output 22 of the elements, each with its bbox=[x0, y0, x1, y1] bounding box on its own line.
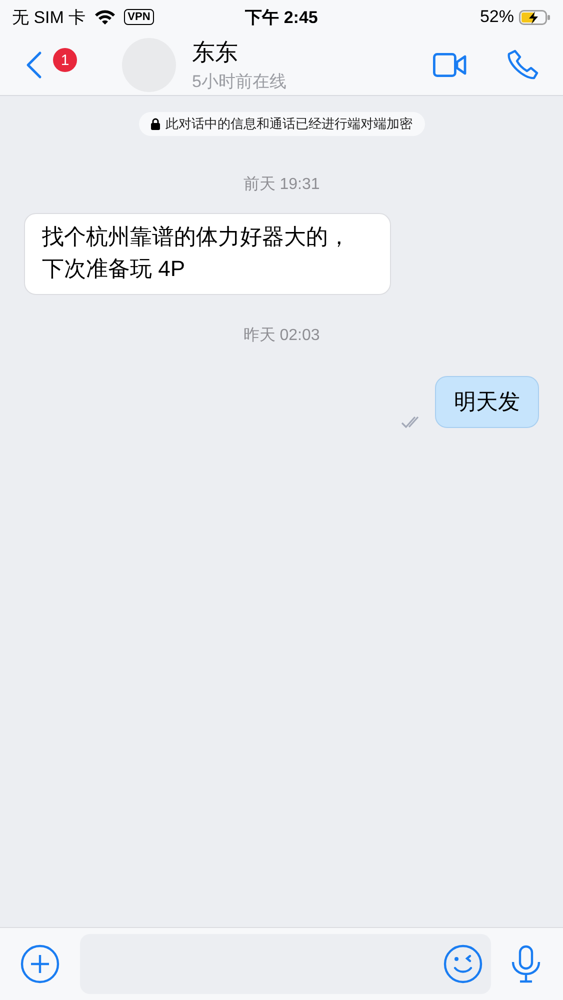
video-call-button[interactable] bbox=[433, 52, 467, 76]
last-seen: 5小时前在线 bbox=[192, 70, 288, 92]
battery-percent: 52% bbox=[480, 7, 514, 27]
date-label: 昨天 02:03 bbox=[243, 326, 320, 346]
carrier-label: 无 SIM 卡 bbox=[12, 6, 86, 28]
lock-icon bbox=[150, 118, 160, 130]
unread-badge: 1 bbox=[53, 48, 77, 72]
message-input[interactable] bbox=[80, 934, 491, 994]
microphone-button[interactable] bbox=[511, 945, 541, 983]
add-button[interactable] bbox=[20, 944, 60, 984]
charging-battery-icon bbox=[519, 10, 551, 24]
outgoing-message: 明天发 bbox=[435, 376, 539, 428]
emoji-button[interactable] bbox=[443, 944, 483, 984]
date-label: 前天 19:31 bbox=[243, 175, 320, 195]
contact-name: 东东 bbox=[192, 38, 239, 66]
incoming-message: 找个杭州靠谱的体力好器大的， 下次准备玩 4P bbox=[24, 213, 391, 295]
back-button[interactable] bbox=[26, 50, 42, 78]
wifi-icon bbox=[94, 9, 116, 25]
notice-text: 此对话中的信息和通话已经进行端对端加密 bbox=[166, 115, 412, 133]
vpn-badge: VPN bbox=[124, 9, 154, 25]
status-time: 下午 2:45 bbox=[245, 6, 318, 28]
phone-call-button[interactable] bbox=[507, 48, 539, 80]
